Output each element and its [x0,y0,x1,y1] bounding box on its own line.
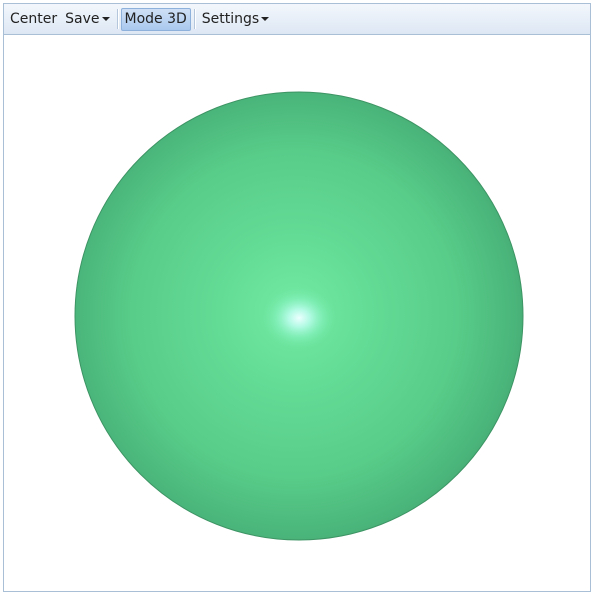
settings-dropdown-button[interactable]: Settings [198,8,273,31]
mode-3d-label: Mode 3D [124,11,187,27]
center-button-label: Center [10,11,58,27]
viewer-window: Center Save Mode 3D Settings [3,3,591,592]
toolbar-separator [193,9,195,29]
mode-3d-toggle[interactable]: Mode 3D [120,7,191,31]
save-button-label: Save [65,11,100,27]
center-button[interactable]: Center [6,8,61,31]
sphere [74,91,524,541]
save-dropdown-button[interactable]: Save [61,8,113,31]
toolbar-separator [116,9,118,29]
settings-button-label: Settings [201,11,260,27]
toolbar: Center Save Mode 3D Settings [4,4,590,35]
chevron-down-icon [101,17,110,21]
3d-canvas[interactable] [4,35,590,591]
chevron-down-icon [261,17,270,21]
